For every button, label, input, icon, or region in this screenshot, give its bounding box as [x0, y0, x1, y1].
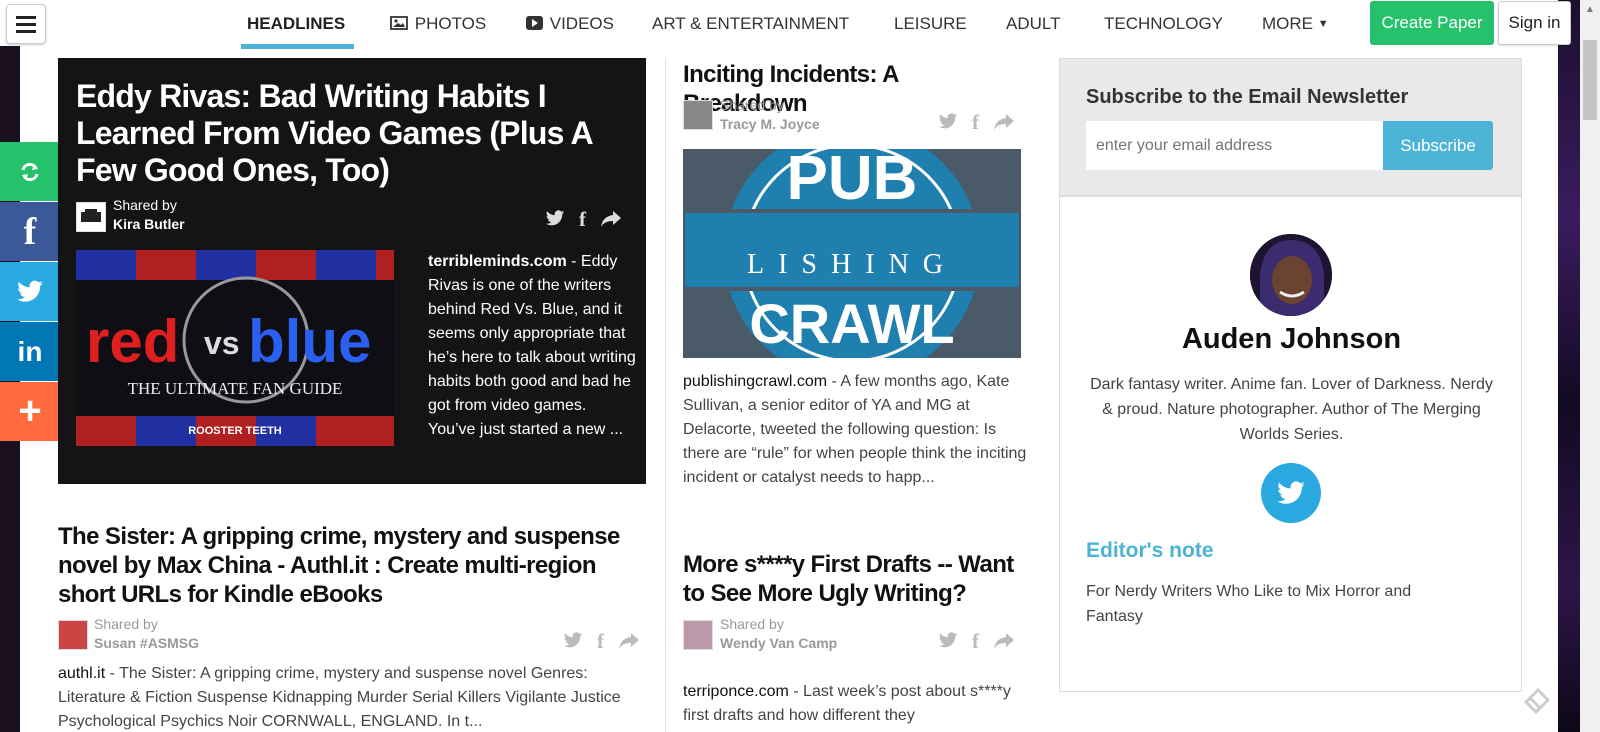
avatar[interactable]: [76, 202, 106, 232]
share-linkedin-button[interactable]: in: [0, 322, 60, 381]
shared-by: Shared by Wendy Van Camp: [720, 616, 838, 653]
svg-text:red: red: [86, 308, 179, 375]
social-share-group: f: [545, 209, 622, 230]
avatar[interactable]: [58, 620, 88, 650]
email-field[interactable]: [1086, 121, 1383, 170]
nav-item-headlines[interactable]: HEADLINES: [247, 14, 345, 34]
nav-item-adult[interactable]: ADULT: [1006, 14, 1060, 34]
svg-text:LISHING: LISHING: [747, 249, 957, 280]
nav-item-technology[interactable]: TECHNOLOGY: [1104, 14, 1223, 34]
article-excerpt: terriponce.com - Last week’s post about …: [683, 683, 1011, 724]
share-arrow-icon[interactable]: [618, 632, 640, 650]
facebook-icon[interactable]: f: [597, 631, 604, 652]
nav-item-photos[interactable]: PHOTOS: [390, 14, 486, 34]
social-share-group: f: [563, 631, 640, 652]
hamburger-menu-button[interactable]: [6, 4, 46, 44]
article-title[interactable]: More s****y First Drafts -- Want to See …: [683, 550, 1028, 608]
caret-down-icon: ▼: [1317, 18, 1329, 30]
avatar[interactable]: [683, 100, 713, 130]
plus-icon: +: [18, 389, 42, 433]
eraser-icon[interactable]: [1522, 684, 1552, 715]
avatar[interactable]: [683, 620, 713, 650]
newsletter-title: Subscribe to the Email Newsletter: [1086, 86, 1409, 108]
svg-text:blue: blue: [248, 308, 371, 375]
twitter-icon[interactable]: [938, 113, 958, 130]
author-name[interactable]: Tracy M. Joyce: [720, 115, 820, 134]
share-facebook-button[interactable]: f: [0, 202, 60, 261]
share-arrow-icon[interactable]: [993, 113, 1015, 131]
share-refresh-button[interactable]: [0, 142, 60, 201]
nav-item-videos[interactable]: VIDEOS: [526, 14, 614, 34]
twitter-icon: [17, 280, 43, 302]
article-excerpt: authl.it - The Sister: A gripping crime,…: [58, 665, 621, 730]
editor-name: Auden Johnson: [1181, 323, 1402, 355]
svg-text:PUB: PUB: [787, 149, 918, 213]
subscribe-button[interactable]: Subscribe: [1383, 121, 1493, 170]
linkedin-icon: in: [17, 335, 43, 367]
twitter-icon[interactable]: [563, 632, 583, 649]
shared-by: Shared by Kira Butler: [113, 197, 185, 234]
source-domain[interactable]: terriponce.com: [683, 683, 789, 700]
article-image[interactable]: PUB LISHING CRAWL: [683, 149, 1021, 358]
shared-by: Shared by Susan #ASMSG: [94, 616, 200, 653]
nav-item-leisure[interactable]: LEISURE: [894, 14, 967, 34]
image-icon: [390, 16, 408, 30]
refresh-icon: [21, 162, 39, 181]
featured-title[interactable]: Eddy Rivas: Bad Writing Habits I Learned…: [76, 78, 636, 189]
svg-text:vs: vs: [204, 325, 240, 361]
share-arrow-icon[interactable]: [600, 210, 622, 228]
top-navigation: HEADLINES PHOTOS VIDEOS ART & ENTERTAINM…: [0, 0, 1571, 49]
facebook-icon[interactable]: f: [579, 209, 586, 230]
source-domain[interactable]: terribleminds.com: [428, 253, 567, 270]
play-icon: [526, 16, 543, 30]
twitter-icon[interactable]: [545, 210, 565, 227]
twitter-icon[interactable]: [938, 632, 958, 649]
editor-avatar[interactable]: [1250, 234, 1332, 316]
featured-image[interactable]: red vs blue THE ULTIMATE FAN GUIDE ROOST…: [76, 250, 394, 446]
featured-article[interactable]: Eddy Rivas: Bad Writing Habits I Learned…: [58, 58, 646, 484]
twitter-icon: [1277, 480, 1305, 504]
share-more-button[interactable]: +: [0, 382, 60, 441]
editors-note-title: Editor's note: [1086, 539, 1214, 562]
author-name[interactable]: Susan #ASMSG: [94, 634, 199, 653]
share-twitter-button[interactable]: [0, 262, 60, 321]
nav-active-indicator: [241, 44, 354, 49]
source-domain[interactable]: authl.it: [58, 665, 105, 682]
editor-twitter-button[interactable]: [1261, 463, 1321, 523]
editors-note-text: For Nerdy Writers Who Like to Mix Horror…: [1086, 583, 1412, 625]
source-domain[interactable]: publishingcrawl.com: [683, 373, 827, 390]
editor-panel: Auden Johnson Dark fantasy writer. Anime…: [1059, 196, 1522, 692]
svg-text:THE ULTIMATE FAN GUIDE: THE ULTIMATE FAN GUIDE: [128, 379, 343, 398]
facebook-icon[interactable]: f: [972, 631, 979, 652]
newsletter-box: Subscribe to the Email Newsletter Subscr…: [1059, 58, 1522, 196]
shared-by: Shared by Tracy M. Joyce: [720, 97, 820, 134]
social-share-group: f: [938, 112, 1015, 133]
author-name[interactable]: Kira Butler: [113, 215, 185, 234]
featured-excerpt: terribleminds.com - Eddy Rivas is one of…: [428, 253, 636, 438]
create-paper-button[interactable]: Create Paper: [1370, 1, 1494, 45]
sign-in-button[interactable]: Sign in: [1498, 1, 1571, 45]
facebook-icon[interactable]: f: [972, 112, 979, 133]
article-title[interactable]: The Sister: A gripping crime, mystery an…: [58, 522, 648, 609]
svg-text:ROOSTER TEETH: ROOSTER TEETH: [188, 425, 282, 437]
nav-item-more[interactable]: MORE ▼: [1262, 14, 1329, 34]
scroll-up-icon[interactable]: ▲: [1583, 4, 1597, 18]
scrollbar-thumb[interactable]: [1583, 40, 1597, 120]
column-divider: [665, 58, 666, 732]
svg-text:CRAWL: CRAWL: [749, 292, 954, 355]
social-share-group: f: [938, 631, 1015, 652]
article-excerpt: publishingcrawl.com - A few months ago, …: [683, 373, 1027, 486]
hamburger-menu-icon: [16, 15, 36, 19]
facebook-icon: f: [23, 210, 37, 253]
share-arrow-icon[interactable]: [993, 632, 1015, 650]
author-name[interactable]: Wendy Van Camp: [720, 634, 837, 653]
nav-item-art-entertainment[interactable]: ART & ENTERTAINMENT: [652, 14, 849, 34]
editor-bio: Dark fantasy writer. Anime fan. Lover of…: [1090, 376, 1493, 443]
